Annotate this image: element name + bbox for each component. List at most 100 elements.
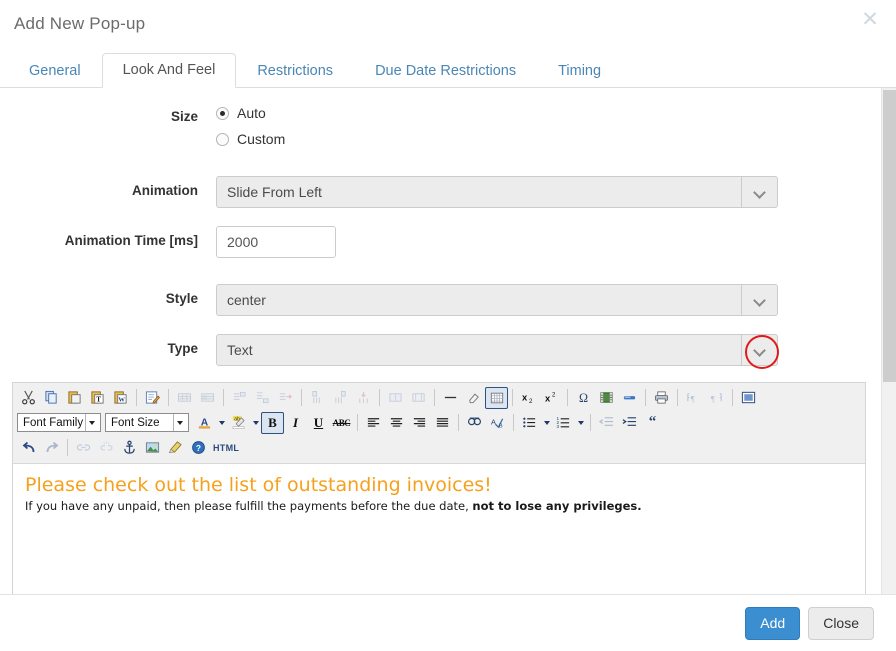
align-right-icon[interactable] xyxy=(408,412,431,434)
modal-header: Add New Pop-up ✕ xyxy=(0,0,896,52)
align-justify-icon[interactable] xyxy=(431,412,454,434)
type-select[interactable]: Text xyxy=(216,334,779,369)
tab-restrictions[interactable]: Restrictions xyxy=(236,54,354,88)
spellcheck-icon[interactable]: AB xyxy=(486,412,509,434)
align-left-icon[interactable] xyxy=(362,412,385,434)
chevron-down-icon[interactable] xyxy=(741,177,777,207)
find-replace-icon[interactable] xyxy=(463,412,486,434)
grid-toggle-icon[interactable] xyxy=(485,386,508,409)
print-icon[interactable] xyxy=(650,387,673,409)
paste-word-icon[interactable]: W xyxy=(109,387,132,409)
svg-text:Ω: Ω xyxy=(579,391,588,405)
tab-due-date-restrictions[interactable]: Due Date Restrictions xyxy=(354,54,537,88)
anchor-icon[interactable] xyxy=(118,437,141,459)
bullet-list-caret-icon[interactable] xyxy=(541,412,552,434)
italic-icon[interactable]: I xyxy=(284,412,307,434)
row-delete-icon[interactable] xyxy=(274,387,297,409)
superscript-icon[interactable]: x2 xyxy=(540,387,563,409)
subscript-icon[interactable]: x2 xyxy=(517,387,540,409)
column-delete-icon[interactable] xyxy=(352,387,375,409)
bold-icon[interactable]: B xyxy=(261,411,284,434)
image-icon[interactable] xyxy=(141,437,164,459)
chevron-down-icon[interactable] xyxy=(173,414,186,431)
page-break-icon[interactable] xyxy=(618,387,641,409)
column-insert-before-icon[interactable] xyxy=(306,387,329,409)
strikethrough-icon[interactable]: ABC xyxy=(330,412,353,434)
merge-cells-icon[interactable] xyxy=(384,387,407,409)
bullet-list-icon[interactable] xyxy=(518,412,541,434)
table-properties-icon[interactable] xyxy=(196,387,219,409)
align-center-icon[interactable] xyxy=(385,412,408,434)
numbered-list-caret-icon[interactable] xyxy=(575,412,586,434)
editor-heading: Please check out the list of outstanding… xyxy=(25,474,492,496)
numbered-list-icon[interactable]: 123 xyxy=(552,412,575,434)
ltr-icon[interactable]: ¶ xyxy=(682,387,705,409)
scrollbar-thumb[interactable] xyxy=(883,90,896,382)
text-color-caret-icon[interactable] xyxy=(216,412,227,434)
indent-icon[interactable] xyxy=(618,412,641,434)
help-icon[interactable]: ? xyxy=(187,437,210,459)
radio-custom[interactable] xyxy=(216,132,229,146)
outdent-icon[interactable] xyxy=(595,412,618,434)
animation-select[interactable]: Slide From Left xyxy=(216,176,778,208)
svg-text:W: W xyxy=(118,397,125,404)
media-icon[interactable] xyxy=(595,387,618,409)
radio-auto[interactable] xyxy=(216,106,229,120)
radio-option-custom[interactable]: Custom xyxy=(216,128,866,150)
cut-icon[interactable] xyxy=(17,387,40,409)
svg-text:x: x xyxy=(545,393,551,403)
undo-icon[interactable] xyxy=(17,437,40,459)
chevron-down-icon[interactable] xyxy=(741,285,777,315)
erase-formatting-icon[interactable] xyxy=(462,387,485,409)
text-color-icon[interactable]: A xyxy=(193,412,216,434)
paste-text-icon[interactable]: T xyxy=(86,387,109,409)
chevron-down-icon[interactable] xyxy=(85,414,98,431)
background-color-icon[interactable]: ab xyxy=(227,412,250,434)
row-insert-before-icon[interactable] xyxy=(228,387,251,409)
close-button[interactable]: Close xyxy=(808,606,874,640)
animation-time-input[interactable] xyxy=(216,226,336,258)
close-icon[interactable]: ✕ xyxy=(856,6,884,34)
fullscreen-icon[interactable] xyxy=(737,387,760,409)
table-insert-icon[interactable] xyxy=(173,387,196,409)
toolbar-separator xyxy=(136,389,137,406)
underline-icon[interactable]: U xyxy=(307,412,330,434)
scrollbar-track[interactable] xyxy=(881,88,896,597)
editor-toolbar-row-1: T W x 2 x 2 Ω ¶ ¶ xyxy=(17,385,861,410)
add-popup-modal: Add New Pop-up ✕ General Look And Feel R… xyxy=(0,0,896,651)
row-insert-after-icon[interactable] xyxy=(251,387,274,409)
radio-custom-label[interactable]: Custom xyxy=(237,131,285,147)
column-insert-after-icon[interactable] xyxy=(329,387,352,409)
style-select[interactable]: center xyxy=(216,284,778,316)
blockquote-icon[interactable]: “ xyxy=(641,412,664,434)
link-icon[interactable] xyxy=(72,437,95,459)
copy-icon[interactable] xyxy=(40,387,63,409)
toolbar-separator xyxy=(357,414,358,431)
radio-auto-label[interactable]: Auto xyxy=(237,105,266,121)
tab-look-and-feel[interactable]: Look And Feel xyxy=(101,53,237,88)
svg-text:¶: ¶ xyxy=(691,393,695,403)
html-icon[interactable]: HTML xyxy=(210,443,239,453)
tab-general[interactable]: General xyxy=(8,54,102,88)
editor-paragraph: If you have any unpaid, then please fulf… xyxy=(25,499,853,515)
editor-content-area[interactable]: Please check out the list of outstanding… xyxy=(13,464,865,597)
background-color-caret-icon[interactable] xyxy=(250,412,261,434)
field-style-label: Style xyxy=(165,291,198,306)
font-family-select[interactable]: Font Family xyxy=(17,413,101,432)
horizontal-rule-icon[interactable] xyxy=(439,387,462,409)
chevron-down-icon[interactable] xyxy=(741,335,779,369)
cleanup-icon[interactable] xyxy=(164,437,187,459)
special-character-icon[interactable]: Ω xyxy=(572,387,595,409)
split-cell-icon[interactable] xyxy=(407,387,430,409)
unlink-icon[interactable] xyxy=(95,437,118,459)
rtl-icon[interactable]: ¶ xyxy=(705,387,728,409)
redo-icon[interactable] xyxy=(40,437,63,459)
font-size-select[interactable]: Font Size xyxy=(105,413,189,432)
radio-option-auto[interactable]: Auto xyxy=(216,102,866,124)
edit-source-icon[interactable] xyxy=(141,387,164,409)
add-button[interactable]: Add xyxy=(745,606,801,640)
toolbar-separator xyxy=(301,389,302,406)
paste-icon[interactable] xyxy=(63,387,86,409)
toolbar-separator xyxy=(512,389,513,406)
tab-timing[interactable]: Timing xyxy=(537,54,622,88)
